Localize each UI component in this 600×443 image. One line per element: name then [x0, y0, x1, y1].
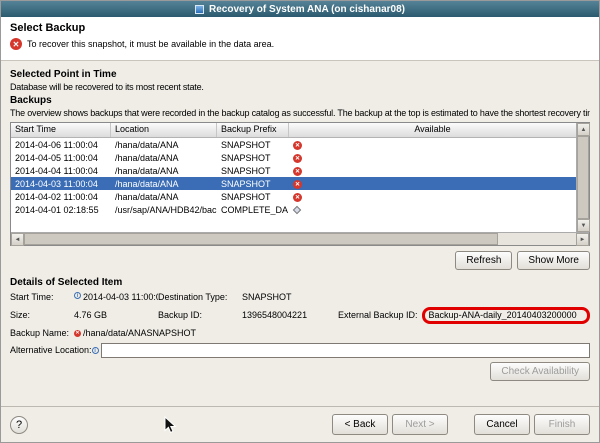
table-row-selected[interactable]: 2014-04-03 11:00:04 /hana/data/ANA SNAPS… — [11, 177, 576, 190]
table-row[interactable]: 2014-04-02 11:00:04 /hana/data/ANA SNAPS… — [11, 190, 576, 203]
cell-start-time: 2014-04-01 02:18:55 — [11, 205, 111, 215]
titlebar[interactable]: Recovery of System ANA (on cishanar08) — [1, 1, 599, 17]
wizard-content: Selected Point in Time Database will be … — [1, 61, 599, 406]
error-decoration-icon: ✕ — [74, 330, 81, 337]
vertical-scrollbar[interactable]: ▲ ▼ — [576, 123, 589, 232]
backup-id-value: 1396548004221 — [242, 310, 338, 320]
cell-backup-prefix: SNAPSHOT — [217, 140, 289, 150]
page-title: Select Backup — [10, 22, 590, 34]
next-button[interactable]: Next > — [392, 414, 448, 435]
external-backup-id-highlight: Backup-ANA-daily_20140403200000 — [422, 307, 590, 324]
detail-row-alternative-location: Alternative Location: i — [10, 342, 590, 358]
external-backup-id-label: External Backup ID: — [338, 310, 418, 320]
backup-name-label: Backup Name: — [10, 328, 74, 338]
vertical-scroll-thumb[interactable] — [577, 136, 589, 219]
cell-backup-prefix: SNAPSHOT — [217, 192, 289, 202]
not-available-icon: ✕ — [293, 180, 302, 189]
error-message: To recover this snapshot, it must be ava… — [27, 39, 274, 49]
cell-location: /hana/data/ANA — [111, 192, 217, 202]
detail-row-start-time: Start Time: i2014-04-03 11:00:04 Destina… — [10, 289, 590, 305]
wizard-header: Select Backup ✕ To recover this snapshot… — [1, 17, 599, 61]
size-value: 4.76 GB — [74, 310, 158, 320]
not-available-icon: ✕ — [293, 154, 302, 163]
info-icon: i — [74, 292, 81, 299]
not-available-icon: ✕ — [293, 167, 302, 176]
cell-location: /usr/sap/ANA/HDB42/backu — [111, 205, 217, 215]
cell-start-time: 2014-04-06 11:00:04 — [11, 140, 111, 150]
cell-start-time: 2014-04-05 11:00:04 — [11, 153, 111, 163]
backup-name-value: /hana/data/ANASNAPSHOT — [83, 328, 196, 338]
column-header-start-time[interactable]: Start Time — [11, 123, 111, 137]
cell-location: /hana/data/ANA — [111, 140, 217, 150]
external-backup-id-value: Backup-ANA-daily_20140403200000 — [429, 310, 577, 320]
alternative-location-label: Alternative Location: — [10, 345, 92, 355]
back-button[interactable]: < Back — [332, 414, 388, 435]
size-label: Size: — [10, 310, 74, 320]
cell-start-time: 2014-04-04 11:00:04 — [11, 166, 111, 176]
scroll-right-button[interactable]: ► — [576, 233, 589, 246]
cell-backup-prefix: SNAPSHOT — [217, 153, 289, 163]
show-more-button[interactable]: Show More — [517, 251, 590, 270]
check-availability-button[interactable]: Check Availability — [490, 362, 590, 381]
unknown-availability-icon — [293, 205, 301, 213]
table-row[interactable]: 2014-04-04 11:00:04 /hana/data/ANA SNAPS… — [11, 164, 576, 177]
help-button[interactable]: ? — [10, 416, 28, 434]
refresh-button[interactable]: Refresh — [455, 251, 512, 270]
cell-location: /hana/data/ANA — [111, 153, 217, 163]
horizontal-scroll-thumb[interactable] — [24, 233, 498, 245]
table-row[interactable]: 2014-04-01 02:18:55 /usr/sap/ANA/HDB42/b… — [11, 203, 576, 216]
column-header-backup-prefix[interactable]: Backup Prefix — [217, 123, 289, 137]
alternative-location-input[interactable] — [101, 343, 590, 358]
backups-title: Backups — [10, 95, 590, 106]
column-header-available[interactable]: Available — [289, 123, 576, 137]
not-available-icon: ✕ — [293, 141, 302, 150]
detail-row-size: Size: 4.76 GB Backup ID: 1396548004221 E… — [10, 306, 590, 324]
point-in-time-title: Selected Point in Time — [10, 69, 590, 80]
cancel-button[interactable]: Cancel — [474, 414, 530, 435]
cell-start-time: 2014-04-03 11:00:04 — [11, 179, 111, 189]
scroll-down-button[interactable]: ▼ — [577, 219, 590, 232]
table-row[interactable]: 2014-04-06 11:00:04 /hana/data/ANA SNAPS… — [11, 138, 576, 151]
backup-id-label: Backup ID: — [158, 310, 242, 320]
scroll-up-button[interactable]: ▲ — [577, 123, 590, 136]
point-in-time-description: Database will be recovered to its most r… — [10, 82, 590, 92]
cell-location: /hana/data/ANA — [111, 179, 217, 189]
table-row[interactable]: 2014-04-05 11:00:04 /hana/data/ANA SNAPS… — [11, 151, 576, 164]
window-title: Recovery of System ANA (on cishanar08) — [209, 4, 405, 15]
cell-start-time: 2014-04-02 11:00:04 — [11, 192, 111, 202]
not-available-icon: ✕ — [293, 193, 302, 202]
backup-catalog-table: Start Time Location Backup Prefix Availa… — [10, 122, 590, 246]
info-icon: i — [92, 347, 99, 354]
backups-description: The overview shows backups that were rec… — [10, 108, 590, 118]
window-icon — [195, 5, 204, 14]
table-header-row: Start Time Location Backup Prefix Availa… — [11, 123, 576, 138]
error-banner: ✕ To recover this snapshot, it must be a… — [10, 38, 590, 50]
destination-type-label: Destination Type: — [158, 292, 242, 302]
cell-backup-prefix: SNAPSHOT — [217, 166, 289, 176]
details-title: Details of Selected Item — [10, 277, 590, 288]
wizard-footer: ? < Back Next > Cancel Finish — [1, 406, 599, 442]
cell-backup-prefix: COMPLETE_DA — [217, 205, 289, 215]
recovery-wizard-window: Recovery of System ANA (on cishanar08) S… — [0, 0, 600, 443]
column-header-location[interactable]: Location — [111, 123, 217, 137]
start-time-value: i2014-04-03 11:00:04 — [74, 292, 158, 302]
destination-type-value: SNAPSHOT — [242, 292, 292, 302]
detail-row-backup-name: Backup Name: ✕ /hana/data/ANASNAPSHOT — [10, 325, 590, 341]
scroll-left-button[interactable]: ◄ — [11, 233, 24, 246]
finish-button[interactable]: Finish — [534, 414, 590, 435]
horizontal-scrollbar[interactable]: ◄ ► — [11, 232, 589, 245]
horizontal-scroll-track[interactable] — [498, 233, 576, 245]
cell-backup-prefix: SNAPSHOT — [217, 179, 289, 189]
start-time-label: Start Time: — [10, 292, 74, 302]
cell-location: /hana/data/ANA — [111, 166, 217, 176]
table-empty-area — [11, 216, 576, 232]
error-icon: ✕ — [10, 38, 22, 50]
